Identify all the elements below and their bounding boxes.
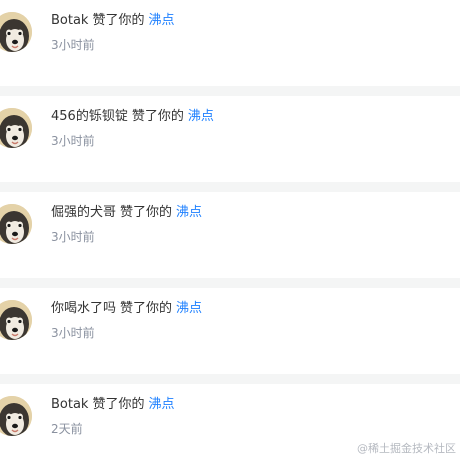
notification-text: Botak 赞了你的 沸点	[51, 396, 175, 414]
target-link[interactable]: 沸点	[148, 13, 174, 28]
divider	[0, 86, 460, 96]
notification-text: 你喝水了吗 赞了你的 沸点	[51, 300, 202, 318]
notification-text: 456的铄钡锭 赞了你的 沸点	[51, 108, 214, 126]
notification-list: Botak 赞了你的 沸点 3小时前 456的铄钡锭赞了你的 沸点 3小时前 倔…	[0, 0, 460, 460]
notifications-page: Botak 赞了你的 沸点 3小时前 456的铄钡锭赞了你的 沸点 3小时前 倔…	[0, 0, 460, 460]
dog-avatar-icon[interactable]	[0, 12, 32, 52]
user-name[interactable]: 倔强的犬哥	[51, 205, 116, 220]
timestamp: 3小时前	[51, 326, 95, 340]
user-name[interactable]: 你喝水了吗	[51, 301, 116, 316]
watermark-text: @稀土掘金技术社区	[357, 442, 456, 455]
divider	[0, 374, 460, 384]
timestamp: 3小时前	[51, 38, 95, 52]
notification-item[interactable]: 456的铄钡锭 赞了你的 沸点 3小时前	[0, 96, 460, 182]
target-link[interactable]: 沸点	[176, 301, 202, 316]
user-name[interactable]: Botak	[51, 13, 88, 28]
timestamp: 3小时前	[51, 134, 95, 148]
dog-avatar-icon[interactable]	[0, 204, 32, 244]
timestamp: 2天前	[51, 422, 83, 436]
notification-text: 倔强的犬哥 赞了你的 沸点	[51, 204, 202, 222]
notification-text: Botak 赞了你的 沸点	[51, 12, 175, 30]
notification-item[interactable]: Botak 赞了你的 沸点 3小时前	[0, 0, 460, 86]
notification-item[interactable]: 你喝水了吗 赞了你的 沸点 3小时前	[0, 288, 460, 374]
action-text: 赞了你的	[131, 109, 184, 124]
target-link[interactable]: 沸点	[176, 205, 202, 220]
target-link[interactable]: 沸点	[188, 109, 214, 124]
divider	[0, 182, 460, 192]
notification-item[interactable]: 倔强的犬哥 赞了你的 沸点 3小时前	[0, 192, 460, 278]
timestamp: 3小时前	[51, 230, 95, 244]
dog-avatar-icon[interactable]	[0, 108, 32, 148]
user-name[interactable]: Botak	[51, 397, 88, 412]
divider	[0, 278, 460, 288]
action-text: 赞了你的	[120, 205, 173, 220]
user-name[interactable]: 456的铄钡锭	[51, 109, 128, 124]
dog-avatar-icon[interactable]	[0, 300, 32, 340]
target-link[interactable]: 沸点	[148, 397, 174, 412]
dog-avatar-icon[interactable]	[0, 396, 32, 436]
action-text: 赞了你的	[92, 397, 145, 412]
action-text: 赞了你的	[120, 301, 173, 316]
action-text: 赞了你的	[92, 13, 145, 28]
